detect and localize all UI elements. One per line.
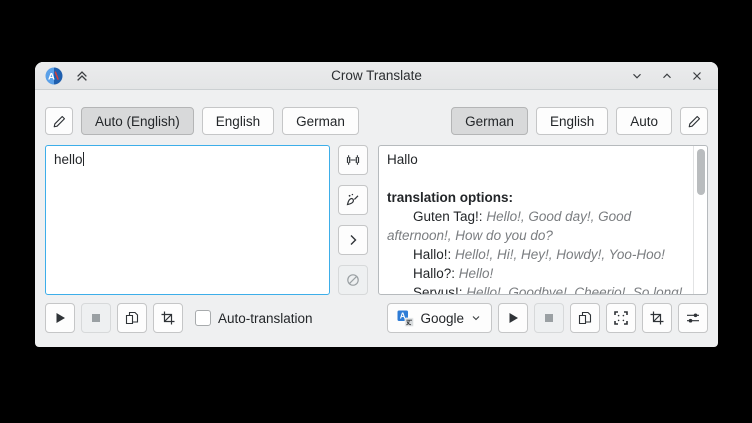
option-term: Guten Tag!: (413, 209, 483, 224)
target-language-group: German English Auto (451, 107, 708, 135)
clear-text-button[interactable] (338, 185, 368, 215)
svg-text:A: A (48, 71, 55, 82)
crop-icon (160, 310, 176, 326)
play-icon (52, 310, 68, 326)
source-stop-button (81, 303, 111, 333)
option-variants: Hello!, Hi!, Hey!, Howdy!, Yoo-Hoo! (455, 247, 665, 262)
target-toolbar: A Google (387, 303, 708, 333)
target-edit-languages-button[interactable] (680, 107, 708, 135)
copy-icon (577, 310, 593, 326)
translation-result-panel[interactable]: Hallo translation options: Guten Tag!: H… (378, 145, 708, 295)
translation-option: Servus!: Hello!, Goodbye!, Cheerio!, So … (387, 283, 687, 294)
target-stop-button (534, 303, 564, 333)
settings-sliders-icon (685, 310, 701, 326)
pencil-icon (687, 114, 702, 129)
engine-dropdown[interactable]: A Google (387, 303, 492, 333)
source-edit-languages-button[interactable] (45, 107, 73, 135)
translate-button[interactable] (338, 225, 368, 255)
keep-above-icon[interactable] (71, 65, 93, 87)
auto-translation-checkbox[interactable] (195, 310, 211, 326)
target-lang-english-button[interactable]: English (536, 107, 608, 135)
options-heading: translation options: (387, 188, 687, 207)
cancel-translation-button (338, 265, 368, 295)
target-play-button[interactable] (498, 303, 528, 333)
source-language-group: Auto (English) English German (45, 107, 359, 135)
pencil-icon (52, 114, 67, 129)
bottom-toolbar: Auto-translation A Google (45, 303, 708, 333)
translation-option: Guten Tag!: Hello!, Good day!, Good afte… (387, 207, 687, 245)
crow-translate-window: A Crow Translate (35, 62, 718, 347)
play-icon (505, 310, 521, 326)
screen-grab-button[interactable] (606, 303, 636, 333)
option-variants: Hello!, Goodbye!, Cheerio!, So long! (466, 285, 682, 294)
screen-grab-icon (613, 310, 629, 326)
translate-arrow-icon (345, 232, 361, 248)
chevron-down-icon (470, 312, 482, 324)
source-lang-german-button[interactable]: German (282, 107, 359, 135)
swap-languages-button[interactable] (338, 145, 368, 175)
source-text: hello (54, 152, 83, 167)
close-icon[interactable] (686, 65, 708, 87)
auto-translation-label: Auto-translation (218, 311, 313, 326)
source-text-input[interactable]: hello (45, 145, 330, 295)
translation-result-text: Hallo translation options: Guten Tag!: H… (379, 146, 693, 294)
target-lang-german-button[interactable]: German (451, 107, 528, 135)
text-cursor (83, 152, 84, 166)
option-term: Servus!: (413, 285, 463, 294)
auto-translation-control: Auto-translation (195, 310, 313, 326)
translation-option: Hallo?: Hello! (387, 264, 687, 283)
minimize-icon[interactable] (626, 65, 648, 87)
copy-icon (124, 310, 140, 326)
target-lang-auto-button[interactable]: Auto (616, 107, 672, 135)
source-toolbar: Auto-translation (45, 303, 313, 333)
scrollbar-thumb[interactable] (697, 149, 705, 195)
crop-icon (649, 310, 665, 326)
main-content: Auto (English) English German German Eng… (35, 90, 718, 347)
result-scrollbar (693, 146, 707, 294)
option-variants: Hello! (459, 266, 494, 281)
source-copy-button[interactable] (117, 303, 147, 333)
option-term: Hallo!: (413, 247, 451, 262)
engine-name: Google (420, 311, 464, 326)
maximize-icon[interactable] (656, 65, 678, 87)
google-translate-icon: A (397, 310, 414, 327)
cancel-icon (345, 272, 361, 288)
stop-icon (88, 310, 104, 326)
swap-languages-icon (345, 152, 361, 168)
stop-icon (541, 310, 557, 326)
app-icon[interactable]: A (45, 67, 63, 85)
source-lang-auto-button[interactable]: Auto (English) (81, 107, 194, 135)
source-lang-english-button[interactable]: English (202, 107, 274, 135)
blank-line (387, 169, 687, 188)
language-row: Auto (English) English German German Eng… (45, 107, 708, 135)
titlebar: A Crow Translate (35, 62, 718, 90)
source-play-button[interactable] (45, 303, 75, 333)
settings-button[interactable] (678, 303, 708, 333)
source-crop-button[interactable] (153, 303, 183, 333)
clear-icon (345, 192, 361, 208)
option-term: Hallo?: (413, 266, 455, 281)
target-crop-button[interactable] (642, 303, 672, 333)
translated-word: Hallo (387, 150, 687, 169)
middle-button-column (338, 145, 368, 295)
translation-option: Hallo!: Hello!, Hi!, Hey!, Howdy!, Yoo-H… (387, 245, 687, 264)
target-copy-button[interactable] (570, 303, 600, 333)
window-title: Crow Translate (35, 68, 718, 83)
translation-area: hello (45, 145, 708, 295)
